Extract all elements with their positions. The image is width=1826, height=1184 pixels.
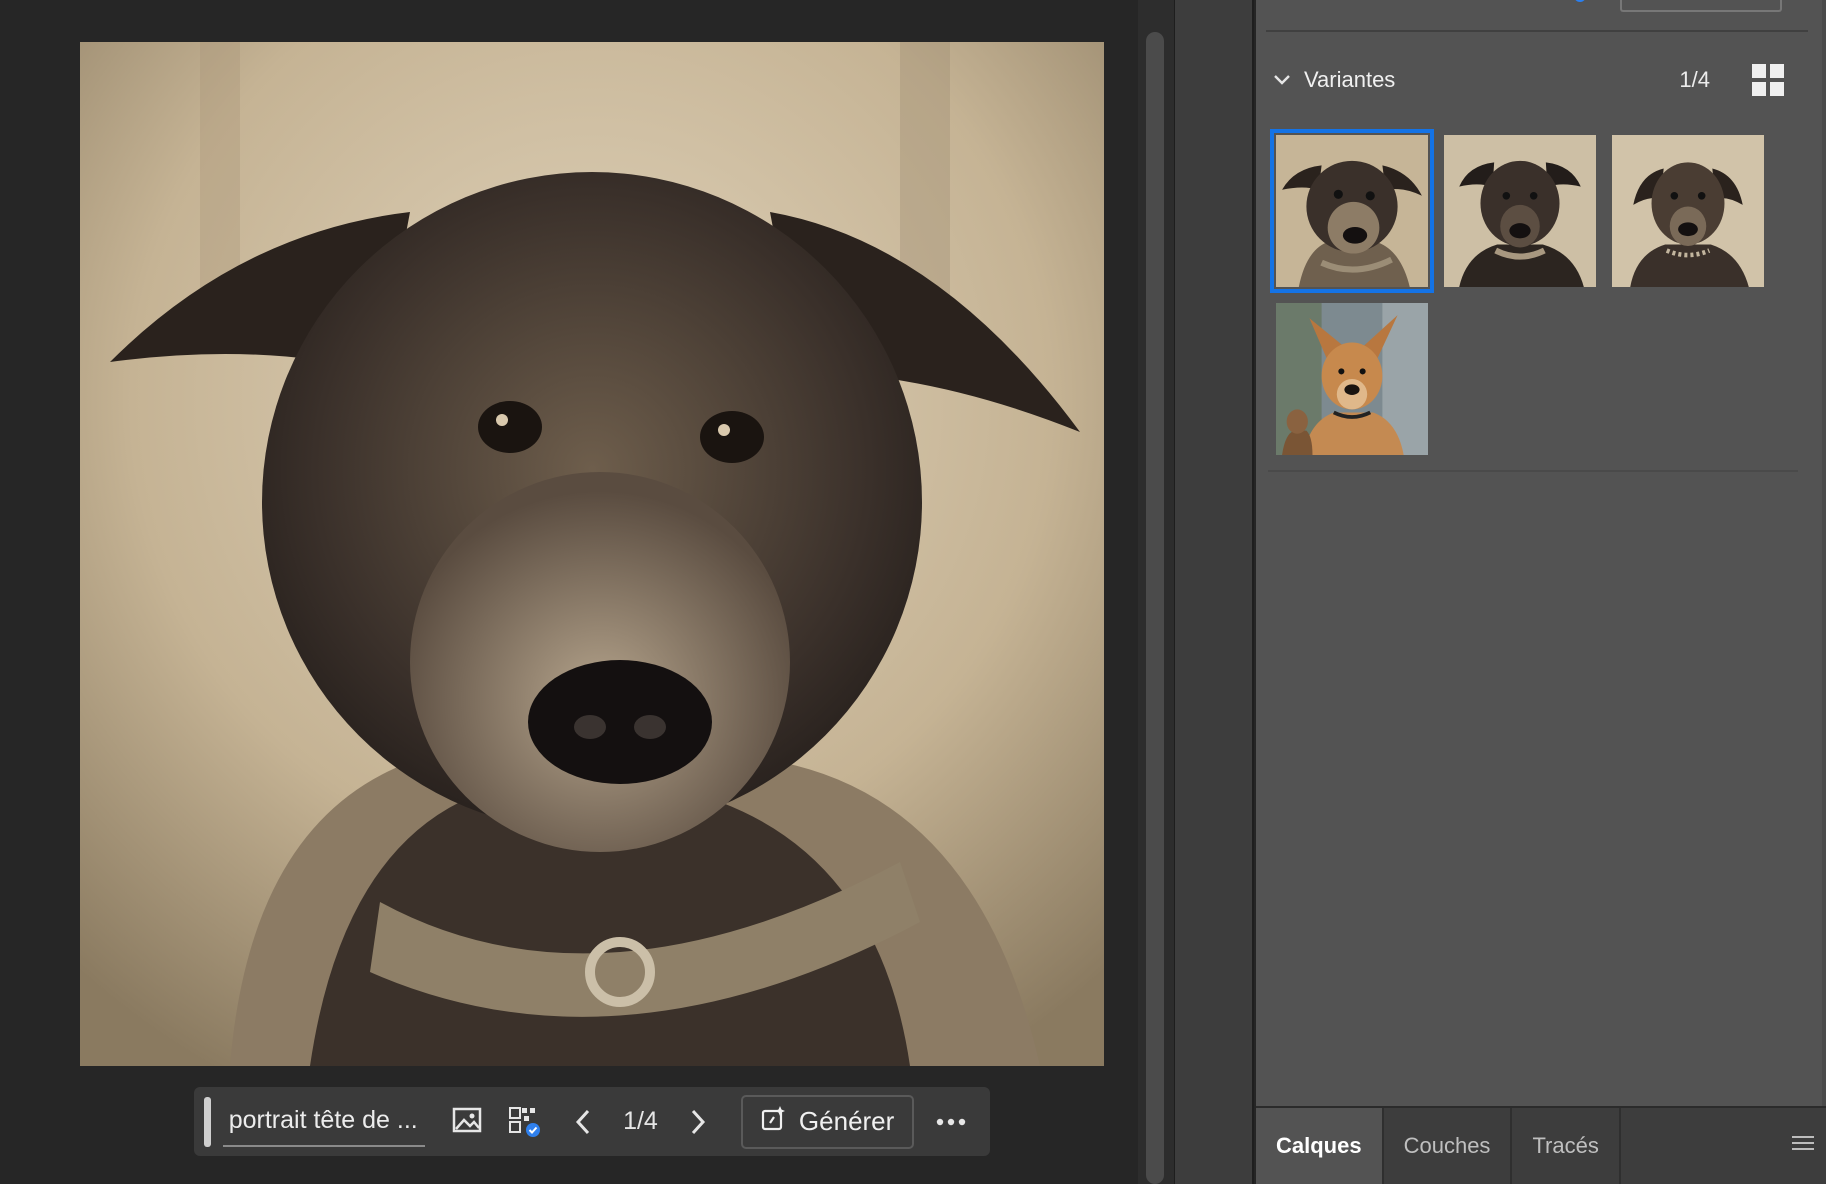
tab-traces[interactable]: Tracés xyxy=(1512,1108,1621,1184)
variant-thumbnail-2[interactable] xyxy=(1444,135,1596,287)
variant-thumbnail-4[interactable] xyxy=(1276,303,1428,455)
variants-count: 1/4 xyxy=(1679,67,1710,92)
generate-icon xyxy=(761,1105,787,1138)
prompt-input[interactable]: portrait tête de ... xyxy=(222,1097,425,1147)
grid-view-icon[interactable] xyxy=(1748,60,1788,100)
tab-couches[interactable]: Couches xyxy=(1384,1108,1513,1184)
taskbar-drag-handle[interactable] xyxy=(204,1096,211,1147)
variant-thumbnail-3[interactable] xyxy=(1612,135,1764,287)
layers-panel-header: Calques Couches Tracés xyxy=(1256,1106,1826,1184)
contextual-taskbar: portrait tête de ... 1/4 Générer xyxy=(194,1087,990,1156)
panel-divider xyxy=(1266,30,1808,32)
chevron-right-icon[interactable] xyxy=(669,1097,727,1147)
variants-title: Variantes xyxy=(1304,67,1396,92)
tab-calques[interactable]: Calques xyxy=(1256,1108,1384,1184)
dog-portrait-image xyxy=(80,42,1104,1066)
chevron-down-icon[interactable] xyxy=(1268,66,1296,94)
variant-counter: 1/4 xyxy=(623,1107,658,1135)
panel-top-field[interactable] xyxy=(1620,0,1782,12)
variants-section-header[interactable]: Variantes 1/4 xyxy=(1268,60,1788,100)
status-indicator xyxy=(1574,0,1586,2)
canvas-scrollbar-thumb[interactable] xyxy=(1146,32,1164,1184)
generated-image[interactable] xyxy=(80,42,1104,1066)
more-icon[interactable] xyxy=(922,1097,980,1147)
panel-dock-strip xyxy=(1174,0,1254,1184)
panel-resize-edge[interactable] xyxy=(1822,0,1826,1106)
panel-menu-icon[interactable] xyxy=(1792,1136,1814,1156)
content-type-icon[interactable] xyxy=(496,1097,554,1147)
document-canvas[interactable]: portrait tête de ... 1/4 Générer xyxy=(0,0,1138,1184)
variant-thumbnail-1[interactable] xyxy=(1270,129,1434,293)
variants-divider xyxy=(1268,470,1798,472)
properties-panel: Variantes 1/4 Calques Couches Tracés xyxy=(1256,0,1826,1184)
chevron-left-icon[interactable] xyxy=(554,1097,612,1147)
generate-label: Générer xyxy=(798,1106,895,1136)
generate-button[interactable]: Générer xyxy=(740,1094,915,1149)
reference-image-icon[interactable] xyxy=(439,1097,497,1147)
